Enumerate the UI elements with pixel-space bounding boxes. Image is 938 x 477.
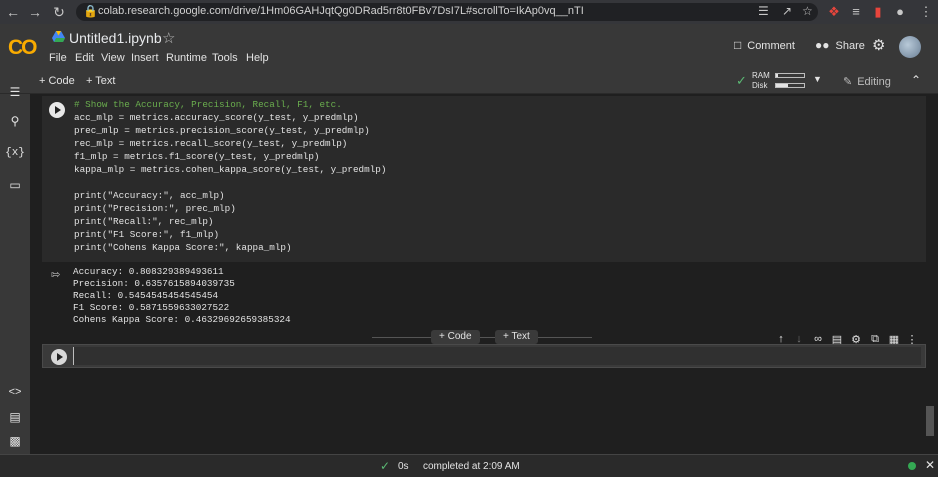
code-line[interactable]: f1_mlp = metrics.f1_score(y_test, y_pred… xyxy=(74,150,319,163)
browser-menu-icon[interactable]: ⋮ xyxy=(918,4,934,20)
folder-icon[interactable]: ▭ xyxy=(5,178,25,192)
lock-icon: 🔒 xyxy=(83,4,98,18)
sidebar-panel-icon[interactable]: ▮ xyxy=(870,4,886,20)
pencil-icon: ✎ xyxy=(843,76,853,88)
empty-code-cell[interactable] xyxy=(42,344,926,368)
comment-button[interactable]: □ Comment xyxy=(734,38,795,52)
code-input[interactable] xyxy=(73,347,921,365)
status-bar: ✓ 0s completed at 2:09 AM ✕ xyxy=(0,454,938,477)
profile-icon[interactable]: ● xyxy=(892,4,908,20)
menu-edit[interactable]: Edit xyxy=(75,52,94,64)
avatar[interactable] xyxy=(899,36,921,58)
code-line[interactable]: print("Cohens Kappa Score:", kappa_mlp) xyxy=(74,241,292,254)
share-page-icon[interactable]: ↗ xyxy=(782,4,792,18)
output-icon[interactable]: ⇰ xyxy=(51,268,60,281)
colab-logo[interactable]: CO xyxy=(8,36,37,60)
extensions-puzzle-icon[interactable]: ❖ xyxy=(826,4,842,20)
execution-time: 0s xyxy=(398,461,409,472)
command-palette-icon[interactable]: ▤ xyxy=(5,410,25,424)
code-cell[interactable]: # Show the Accuracy, Precision, Recall, … xyxy=(42,96,926,262)
translate-icon[interactable]: ☰ xyxy=(758,4,769,18)
browser-toolbar: ← → ↻ 🔒 colab.research.google.com/drive/… xyxy=(0,0,938,24)
code-line[interactable]: rec_mlp = metrics.recall_score(y_test, y… xyxy=(74,137,347,150)
code-line[interactable]: print("Accuracy:", acc_mlp) xyxy=(74,189,225,202)
chevron-up-icon[interactable]: ⌃ xyxy=(911,73,921,87)
address-bar[interactable]: 🔒 colab.research.google.com/drive/1Hm06G… xyxy=(76,3,818,21)
editing-mode-button[interactable]: ✎ Editing xyxy=(843,75,891,88)
ram-meter[interactable] xyxy=(775,73,805,78)
code-line[interactable]: print("Recall:", rec_mlp) xyxy=(74,215,213,228)
close-icon[interactable]: ✕ xyxy=(925,458,935,472)
share-button[interactable]: ●● Share xyxy=(815,38,865,52)
menu-runtime[interactable]: Runtime xyxy=(166,52,207,64)
editing-label: Editing xyxy=(857,76,891,88)
star-icon[interactable]: ☆ xyxy=(162,29,175,47)
output-line: F1 Score: 0.5871559633027522 xyxy=(73,302,230,313)
disk-meter-fill xyxy=(776,84,788,87)
add-text-button[interactable]: + Text xyxy=(86,75,115,87)
code-line[interactable]: prec_mlp = metrics.precision_score(y_tes… xyxy=(74,124,370,137)
check-icon: ✓ xyxy=(380,459,391,473)
runtime-dropdown-icon[interactable]: ▼ xyxy=(813,74,822,84)
status-message[interactable]: completed at 2:09 AM xyxy=(423,461,520,472)
output-line: Accuracy: 0.808329389493611 xyxy=(73,266,224,277)
output-line: Recall: 0.5454545454545454 xyxy=(73,290,219,301)
cell-output: ⇰ Accuracy: 0.808329389493611 Precision:… xyxy=(42,262,926,332)
colab-header: CO Untitled1.ipynb ☆ File Edit View Inse… xyxy=(0,24,938,69)
comment-label: Comment xyxy=(747,40,795,52)
terminal-icon[interactable]: ▩ xyxy=(5,434,25,448)
connection-status-dot xyxy=(908,462,916,470)
output-line: Precision: 0.6357615894039735 xyxy=(73,278,235,289)
menu-insert[interactable]: Insert xyxy=(131,52,159,64)
reload-icon[interactable]: ↻ xyxy=(50,3,68,21)
variables-icon[interactable]: {x} xyxy=(5,147,25,159)
menu-view[interactable]: View xyxy=(101,52,125,64)
search-icon[interactable]: ⚲ xyxy=(5,114,25,128)
notebook-title[interactable]: Untitled1.ipynb xyxy=(69,30,162,46)
people-icon: ●● xyxy=(815,38,830,52)
drive-icon xyxy=(52,31,65,42)
table-of-contents-icon[interactable]: ☰ xyxy=(5,85,25,99)
run-cell-button[interactable] xyxy=(49,102,65,118)
left-sidebar: ☰ ⚲ {x} ▭ <> ▤ ▩ xyxy=(0,85,30,454)
menu-help[interactable]: Help xyxy=(246,52,269,64)
disk-meter[interactable] xyxy=(775,83,805,88)
url-text[interactable]: colab.research.google.com/drive/1Hm06GAH… xyxy=(98,5,584,17)
code-line[interactable]: acc_mlp = metrics.accuracy_score(y_test,… xyxy=(74,111,359,124)
scrollbar[interactable] xyxy=(926,406,934,436)
disk-label: Disk xyxy=(752,81,768,90)
gear-icon[interactable]: ⚙ xyxy=(872,36,885,54)
code-line[interactable]: print("F1 Score:", f1_mlp) xyxy=(74,228,219,241)
menu-file[interactable]: File xyxy=(49,52,67,64)
connected-check-icon: ✓ xyxy=(736,73,747,88)
code-line[interactable]: print("Precision:", prec_mlp) xyxy=(74,202,236,215)
share-label: Share xyxy=(835,40,865,52)
code-line[interactable]: kappa_mlp = metrics.cohen_kappa_score(y_… xyxy=(74,163,386,176)
ram-label: RAM xyxy=(752,71,770,80)
comment-icon: □ xyxy=(734,38,742,52)
reading-list-icon[interactable]: ≡ xyxy=(848,4,864,20)
notebook-toolbar: + Code + Text ✓ RAM Disk ▼ ✎ Editing ⌃ xyxy=(0,69,938,94)
output-line: Cohens Kappa Score: 0.46329692659385324 xyxy=(73,314,291,325)
notebook-content: # Show the Accuracy, Precision, Recall, … xyxy=(30,94,938,454)
back-arrow-icon[interactable]: ← xyxy=(4,3,22,21)
add-code-button[interactable]: + Code xyxy=(39,75,75,87)
insert-divider xyxy=(372,337,592,338)
code-snippets-icon[interactable]: <> xyxy=(5,386,25,398)
insert-code-button[interactable]: + Code xyxy=(431,330,480,344)
bookmark-star-icon[interactable]: ☆ xyxy=(802,4,813,18)
run-cell-button[interactable] xyxy=(51,349,67,365)
insert-text-button[interactable]: + Text xyxy=(495,330,538,344)
code-line[interactable]: # Show the Accuracy, Precision, Recall, … xyxy=(74,98,342,111)
menu-tools[interactable]: Tools xyxy=(212,52,238,64)
forward-arrow-icon[interactable]: → xyxy=(26,3,44,21)
ram-meter-fill xyxy=(776,74,779,77)
